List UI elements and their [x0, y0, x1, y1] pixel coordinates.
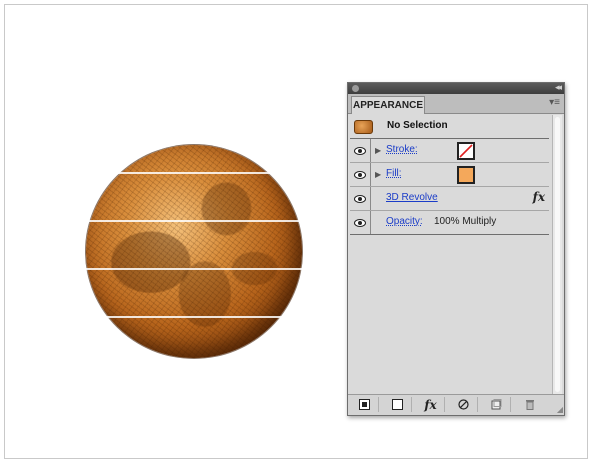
no-selection-label: No Selection [387, 120, 448, 131]
no-selection-row: No Selection [350, 115, 549, 139]
stroke-row[interactable]: ▶ Stroke: [350, 139, 549, 163]
opacity-row[interactable]: Opacity: 100% Multiply [350, 211, 549, 235]
scrollbar-thumb[interactable] [555, 117, 560, 392]
thumbnail-cell [350, 115, 373, 138]
globe-3d-revolve-artwork[interactable] [86, 145, 302, 358]
eye-icon [354, 218, 366, 227]
fill-swatch[interactable] [457, 166, 475, 184]
delete-item-button[interactable] [516, 397, 543, 412]
duplicate-item-button[interactable] [483, 397, 511, 412]
close-icon[interactable] [352, 85, 359, 92]
resize-grip-icon[interactable]: ◢ [557, 405, 563, 414]
opacity-label[interactable]: Opacity: [386, 216, 423, 227]
fx-icon: fx [424, 397, 437, 412]
none-color-icon [459, 144, 473, 158]
opacity-value: 100% Multiply [434, 216, 497, 227]
appearance-panel: ◂◂ APPEARANCE ▾≡ No Selection ▶ Stroke: [347, 82, 565, 416]
appearance-attribute-list: No Selection ▶ Stroke: ▶ Fill: 3D Revolv… [350, 115, 549, 236]
eye-icon [354, 170, 366, 179]
collapse-icon[interactable]: ◂◂ [555, 82, 562, 93]
tab-appearance[interactable]: APPEARANCE [351, 96, 425, 114]
3d-revolve-link[interactable]: 3D Revolve [386, 192, 438, 203]
square-filled-icon [359, 399, 370, 410]
add-new-fill-button[interactable] [384, 397, 412, 412]
trash-icon [525, 400, 534, 410]
tab-strip: APPEARANCE ▾≡ [348, 94, 564, 114]
eye-icon [354, 194, 366, 203]
vertical-scrollbar[interactable] [552, 115, 562, 394]
selection-thumbnail [354, 120, 373, 134]
visibility-toggle[interactable] [350, 163, 371, 186]
stroke-swatch[interactable] [457, 142, 475, 160]
square-outline-icon [392, 399, 403, 410]
expand-arrow-icon[interactable]: ▶ [375, 170, 381, 179]
clear-appearance-button[interactable] [450, 397, 478, 412]
no-icon [458, 399, 469, 410]
duplicate-icon [491, 399, 502, 410]
visibility-toggle[interactable] [350, 139, 371, 162]
fill-label[interactable]: Fill: [386, 168, 402, 179]
fill-row[interactable]: ▶ Fill: [350, 163, 549, 187]
stroke-label[interactable]: Stroke: [386, 144, 418, 155]
visibility-toggle[interactable] [350, 187, 371, 210]
expand-arrow-icon[interactable]: ▶ [375, 146, 381, 155]
panel-menu-icon[interactable]: ▾≡ [549, 97, 560, 108]
add-new-effect-button[interactable]: fx [417, 397, 445, 412]
add-new-stroke-button[interactable] [351, 397, 379, 412]
panel-bottom-toolbar: fx ◢ [348, 394, 564, 415]
3d-revolve-effect-row[interactable]: 3D Revolve fx [350, 187, 549, 211]
fx-icon[interactable]: fx [533, 190, 545, 204]
map-texture [86, 145, 302, 358]
visibility-toggle[interactable] [350, 211, 371, 234]
panel-titlebar[interactable]: ◂◂ [348, 82, 564, 94]
eye-icon [354, 146, 366, 155]
